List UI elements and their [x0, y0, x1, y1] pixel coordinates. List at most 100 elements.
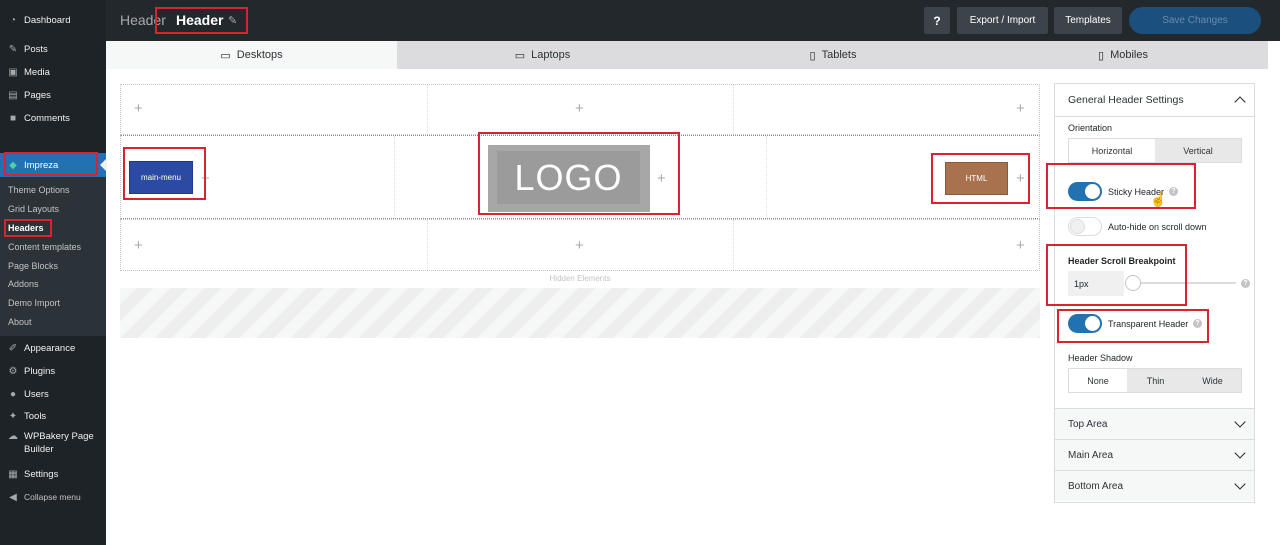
- sidebar-item-settings[interactable]: ▦ Settings: [0, 463, 106, 485]
- add-element-button[interactable]: +: [201, 171, 210, 186]
- media-icon: ▣: [8, 66, 18, 78]
- add-element-button[interactable]: +: [657, 171, 666, 186]
- transparent-header-label: Transparent Header: [1108, 319, 1189, 329]
- toggle-knob: [1085, 184, 1100, 199]
- submenu-page-blocks[interactable]: Page Blocks: [0, 257, 106, 275]
- column-divider: [427, 220, 428, 270]
- sidebar-item-label: Pages: [24, 89, 51, 101]
- sidebar-item-label: Appearance: [24, 342, 76, 354]
- export-import-button[interactable]: Export / Import: [957, 7, 1048, 34]
- sidebar-item-comments[interactable]: ■ Comments: [0, 107, 106, 129]
- shadow-thin[interactable]: Thin: [1127, 369, 1184, 392]
- sidebar-collapse-menu[interactable]: ◀ Collapse menu: [0, 486, 106, 508]
- sidebar-item-appearance[interactable]: ✐ Appearance: [0, 337, 106, 359]
- section-bottom-area[interactable]: Bottom Area: [1055, 470, 1254, 501]
- shadow-none[interactable]: None: [1069, 369, 1127, 392]
- add-element-button[interactable]: +: [134, 238, 143, 253]
- add-element-button[interactable]: +: [1016, 171, 1025, 186]
- add-element-button[interactable]: +: [1016, 101, 1025, 116]
- help-icon[interactable]: ?: [1193, 319, 1202, 328]
- admin-sidebar: ◔ Dashboard ✎ Posts ▣ Media ▤ Pages ■ Co…: [0, 0, 107, 545]
- sidebar-item-impreza[interactable]: ◆ Impreza: [0, 153, 106, 177]
- column-divider: [427, 85, 428, 134]
- hidden-elements-label: Hidden Elements: [549, 274, 611, 283]
- add-element-button[interactable]: +: [575, 101, 584, 116]
- dashboard-icon: ◔: [9, 14, 17, 26]
- help-icon[interactable]: ?: [1241, 279, 1250, 288]
- panel-title: General Header Settings: [1068, 94, 1184, 106]
- sidebar-item-wpbakery[interactable]: ☁ WPBakery Page Builder: [0, 430, 106, 460]
- column-divider: [733, 85, 734, 134]
- autohide-label: Auto-hide on scroll down: [1108, 222, 1207, 232]
- orientation-horizontal[interactable]: Horizontal: [1069, 139, 1155, 162]
- add-element-button[interactable]: +: [134, 101, 143, 116]
- comment-icon: ■: [9, 112, 17, 124]
- sidebar-item-label: Dashboard: [24, 14, 71, 26]
- add-element-button[interactable]: +: [575, 238, 584, 253]
- sidebar-item-label: Collapse menu: [24, 492, 81, 502]
- header-title[interactable]: Header: [176, 12, 223, 28]
- sidebar-item-plugins[interactable]: ⚙ Plugins: [0, 360, 106, 382]
- sidebar-item-posts[interactable]: ✎ Posts: [0, 38, 106, 60]
- submenu-demo-import[interactable]: Demo Import: [0, 294, 106, 312]
- hidden-elements-dropzone[interactable]: [120, 288, 1040, 338]
- sidebar-item-label: Posts: [24, 43, 48, 55]
- sidebar-item-pages[interactable]: ▤ Pages: [0, 84, 106, 106]
- mobile-icon: ▯: [1098, 49, 1105, 62]
- chevron-down-icon: [1234, 416, 1246, 428]
- tab-mobiles[interactable]: ▯ Mobiles: [978, 41, 1268, 69]
- submenu-theme-options[interactable]: Theme Options: [0, 181, 106, 199]
- sidebar-item-label: Tools: [24, 410, 47, 422]
- impreza-icon: ◆: [9, 159, 17, 171]
- logo-element[interactable]: LOGO: [488, 145, 650, 212]
- hand-cursor-icon: ☝: [1150, 192, 1167, 207]
- breakpoint-input[interactable]: 1px: [1068, 271, 1124, 296]
- save-changes-button[interactable]: Save Changes: [1129, 7, 1261, 34]
- autohide-toggle[interactable]: [1068, 217, 1102, 236]
- toggle-knob: [1085, 316, 1100, 331]
- tab-label: Laptops: [531, 49, 571, 61]
- submenu-headers[interactable]: Headers: [0, 219, 106, 237]
- tab-tablets[interactable]: ▯ Tablets: [688, 41, 978, 69]
- sidebar-item-users[interactable]: ● Users: [0, 383, 106, 405]
- templates-button[interactable]: Templates: [1054, 7, 1122, 34]
- breakpoint-label: Header Scroll Breakpoint: [1068, 256, 1176, 266]
- help-icon[interactable]: ?: [1169, 187, 1178, 196]
- header-builder-topbar: Header Header ✎ ? Export / Import Templa…: [106, 0, 1280, 41]
- section-main-area[interactable]: Main Area: [1055, 439, 1254, 470]
- collapse-icon: ◀: [9, 491, 17, 503]
- sidebar-item-media[interactable]: ▣ Media: [0, 61, 106, 83]
- app-root: ◔ Dashboard ✎ Posts ▣ Media ▤ Pages ■ Co…: [0, 0, 1280, 545]
- sticky-header-toggle[interactable]: [1068, 182, 1102, 201]
- section-top-area[interactable]: Top Area: [1055, 408, 1254, 439]
- active-menu-arrow: [100, 158, 107, 172]
- general-settings-header[interactable]: General Header Settings: [1055, 84, 1254, 117]
- help-button[interactable]: ?: [924, 7, 950, 34]
- sidebar-item-tools[interactable]: ✦ Tools: [0, 405, 106, 427]
- breakpoint-slider-track[interactable]: [1125, 282, 1236, 284]
- chevron-up-icon: [1234, 96, 1246, 108]
- orientation-vertical[interactable]: Vertical: [1155, 139, 1241, 162]
- add-element-button[interactable]: +: [1016, 238, 1025, 253]
- tab-desktops[interactable]: ▭ Desktops: [106, 41, 397, 69]
- submenu-about[interactable]: About: [0, 313, 106, 331]
- pin-icon: ✎: [8, 43, 18, 55]
- shadow-wide[interactable]: Wide: [1184, 369, 1241, 392]
- orientation-control: Horizontal Vertical: [1068, 138, 1242, 163]
- submenu-grid-layouts[interactable]: Grid Layouts: [0, 200, 106, 218]
- wpbakery-icon: ☁: [8, 430, 18, 442]
- submenu-addons[interactable]: Addons: [0, 275, 106, 293]
- html-element[interactable]: HTML: [945, 162, 1008, 195]
- section-label: Main Area: [1068, 450, 1114, 461]
- shadow-label: Header Shadow: [1068, 353, 1133, 363]
- brush-icon: ✐: [8, 342, 18, 354]
- submenu-content-templates[interactable]: Content templates: [0, 238, 106, 256]
- transparent-header-toggle[interactable]: [1068, 314, 1102, 333]
- breakpoint-slider-thumb[interactable]: [1125, 275, 1141, 291]
- pencil-icon[interactable]: ✎: [228, 14, 237, 27]
- tab-laptops[interactable]: ▭ Laptops: [397, 41, 688, 69]
- plugin-icon: ⚙: [8, 365, 18, 377]
- chevron-down-icon: [1234, 447, 1246, 459]
- main-menu-element[interactable]: main-menu: [129, 161, 193, 194]
- sidebar-item-dashboard[interactable]: ◔ Dashboard: [0, 9, 106, 31]
